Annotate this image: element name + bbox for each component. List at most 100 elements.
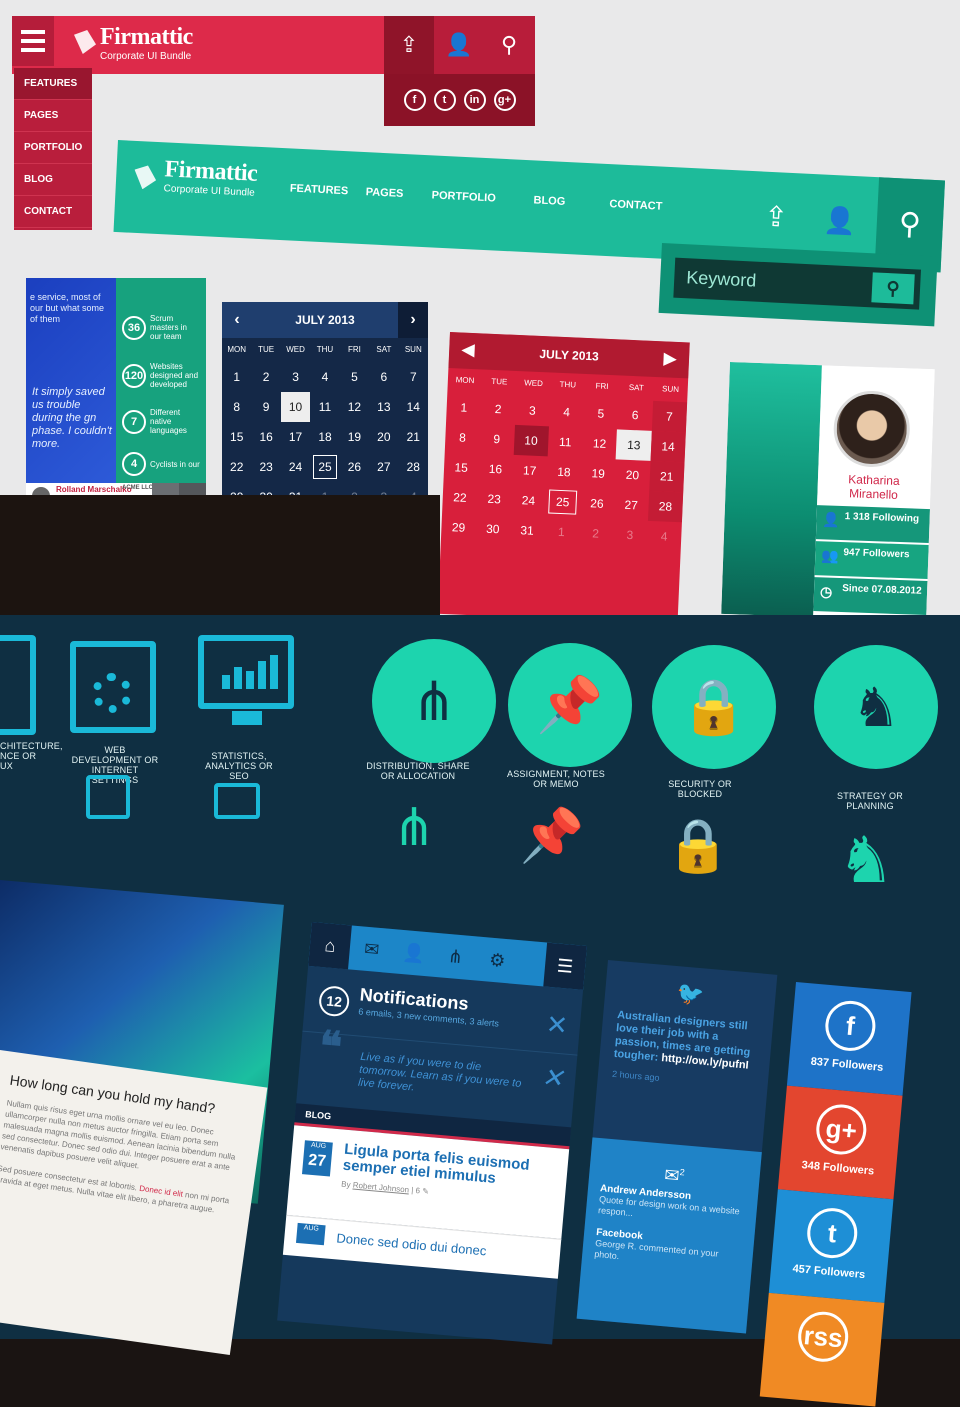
nav-features[interactable]: FEATURES [290,182,349,197]
calendar-day[interactable]: 14 [399,392,428,422]
prev-month-icon[interactable]: ‹ [222,302,252,338]
calendar-day[interactable]: 13 [616,429,652,461]
search-submit-icon[interactable]: ⚲ [871,272,915,305]
calendar-day[interactable]: 21 [648,460,685,493]
calendar-day[interactable]: 1 [446,392,482,423]
calendar-day[interactable]: 10 [513,424,549,457]
calendar-day[interactable]: 27 [369,452,398,482]
calendar-day[interactable]: 29 [441,512,477,543]
linkedin-icon[interactable]: in [463,89,486,111]
nav-portfolio[interactable]: PORTFOLIO [431,189,496,204]
calendar-day[interactable]: 9 [251,392,280,422]
calendar-day[interactable]: 17 [512,455,548,486]
calendar-day[interactable]: 31 [509,515,545,546]
calendar-day[interactable]: 20 [615,459,651,490]
calendar-day[interactable]: 30 [475,513,511,544]
calendar-day[interactable]: 22 [222,452,251,482]
calendar-day[interactable]: 7 [399,362,428,392]
calendar-day[interactable]: 18 [310,422,339,452]
social-tile[interactable]: t 457 Followers [768,1189,894,1303]
share-nodes-icon[interactable]: ⋔ [434,933,478,980]
nav-blog[interactable]: BLOG [533,194,565,208]
calendar-day[interactable]: 7 [651,400,688,433]
search-icon[interactable]: ⚲ [484,16,534,74]
calendar-day[interactable]: 4 [310,362,339,392]
close-icon[interactable]: ✕ [545,1009,569,1042]
calendar-day[interactable]: 5 [340,362,369,392]
gear-icon[interactable]: ⚙ [476,937,520,984]
nav-contact[interactable]: CONTACT [609,198,662,213]
calendar-day[interactable]: 23 [251,452,280,482]
calendar-day[interactable]: 19 [340,422,369,452]
social-tile[interactable]: rss [759,1292,885,1407]
calendar-day[interactable]: 28 [647,490,684,523]
calendar-day[interactable]: 15 [222,422,251,452]
calendar-day[interactable]: 25 [545,486,581,517]
home-icon[interactable]: ⌂ [308,922,352,970]
calendar-day[interactable]: 6 [369,362,398,392]
hamburger-menu-icon[interactable] [12,16,54,66]
calendar-day[interactable]: 23 [476,483,512,514]
google-plus-icon[interactable]: g+ [493,89,516,111]
user-info-icon[interactable]: 👤 [434,16,484,74]
calendar-day[interactable]: 4 [646,521,682,552]
next-month-icon[interactable]: ▶ [654,341,686,378]
calendar-day[interactable]: 2 [251,362,280,392]
next-month-icon[interactable]: › [398,302,428,338]
calendar-day[interactable]: 3 [515,395,551,426]
following-count[interactable]: 👤 1 318 Following [815,505,930,544]
calendar-day[interactable]: 10 [280,392,311,422]
calendar-day[interactable]: 11 [310,392,339,422]
calendar-day[interactable]: 16 [478,453,514,484]
calendar-day[interactable]: 8 [445,422,481,453]
calendar-day[interactable]: 21 [399,422,428,452]
calendar-day[interactable]: 9 [479,423,515,454]
calendar-day[interactable]: 22 [442,482,478,513]
calendar-day[interactable]: 20 [369,422,398,452]
calendar-day[interactable]: 3 [612,519,648,550]
menu-icon[interactable]: ☰ [543,942,587,990]
share-icon[interactable]: ⇪ [750,187,803,247]
calendar-day[interactable]: 25 [310,452,339,482]
calendar-day[interactable]: 19 [580,458,616,489]
calendar-day[interactable]: 2 [480,393,516,424]
calendar-day[interactable]: 24 [511,485,547,516]
calendar-day[interactable]: 16 [251,422,280,452]
social-tile[interactable]: f 837 Followers [786,982,912,1096]
calendar-day[interactable]: 3 [281,362,310,392]
calendar-day[interactable]: 14 [650,430,686,463]
calendar-day[interactable]: 27 [613,489,649,520]
calendar-day[interactable]: 12 [340,392,369,422]
twitter-icon[interactable]: t [433,89,456,111]
user-info-icon[interactable]: 👤 [392,929,436,976]
calendar-day[interactable]: 17 [281,422,310,452]
share-icon[interactable]: ⇪ [384,16,434,74]
calendar-day[interactable]: 11 [548,426,584,457]
nav-pages[interactable]: PAGES [365,186,403,200]
prev-month-icon[interactable]: ◀ [452,332,484,369]
red-menu-portfolio[interactable]: PORTFOLIO [14,132,92,164]
calendar-day[interactable]: 15 [443,452,479,483]
user-info-icon[interactable]: 👤 [814,190,867,250]
red-menu-pages[interactable]: PAGES [14,100,92,132]
post-title[interactable]: Donec sed odio dui donec [336,1230,487,1258]
calendar-day[interactable]: 1 [544,516,580,547]
calendar-day[interactable]: 6 [617,399,653,430]
red-menu-blog[interactable]: BLOG [14,164,92,196]
facebook-icon[interactable]: f [403,89,426,111]
calendar-day[interactable]: 24 [281,452,310,482]
calendar-day[interactable]: 5 [583,398,619,429]
red-menu-contact[interactable]: CONTACT [14,196,92,228]
calendar-day[interactable]: 26 [579,488,615,519]
calendar-day[interactable]: 13 [369,392,398,422]
close-icon[interactable]: ✕ [540,1062,564,1094]
search-input[interactable]: Keyword ⚲ [673,257,922,310]
calendar-day[interactable]: 8 [222,392,251,422]
calendar-day[interactable]: 1 [222,362,251,392]
red-menu-features[interactable]: FEATURES [14,68,92,100]
calendar-day[interactable]: 26 [340,452,369,482]
calendar-day[interactable]: 18 [546,456,582,487]
calendar-day[interactable]: 12 [582,428,618,459]
calendar-day[interactable]: 4 [549,396,585,427]
mail-icon[interactable]: ✉ [350,926,394,973]
